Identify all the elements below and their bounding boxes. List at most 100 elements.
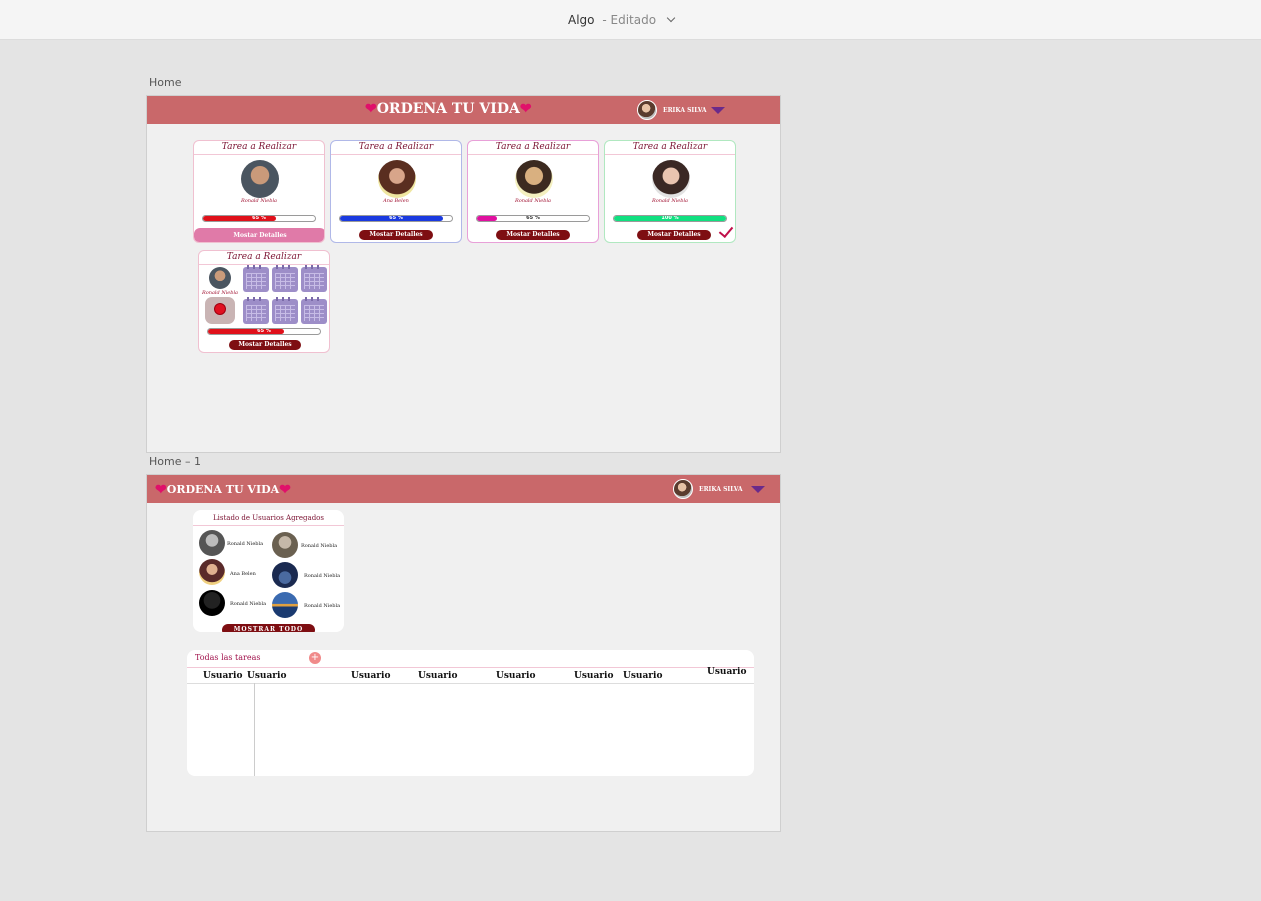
calendar-icon[interactable] [272,265,298,292]
column-header[interactable]: Usuario [496,671,535,681]
task-card-title: Tarea a Realizar [468,141,598,155]
task-card[interactable]: Tarea a Realizar Ronald Niebla 100 % Mos… [604,140,736,243]
artboard-label-home[interactable]: Home [149,76,181,89]
assignee-name: Ronald Niebla [240,198,278,204]
column-header[interactable]: Usuario [623,671,662,681]
heart-icon: ❤ [279,482,291,498]
show-all-button[interactable]: MOSTRAR TODO [222,624,315,632]
assignee-name: Ronald Niebla [514,198,552,204]
heart-icon: ❤ [365,101,377,117]
calendar-icon[interactable] [243,265,269,292]
show-details-button[interactable]: Mostar Detalles [496,230,570,240]
top-bar: Algo - Editado [0,0,1261,40]
calendar-icon[interactable] [301,265,327,292]
show-details-button[interactable]: Mostar Detalles [194,228,324,242]
task-card[interactable]: Tarea a Realizar Ronald Niebla 65 % Most… [467,140,599,243]
heart-icon: ❤ [519,101,532,117]
task-card[interactable]: Tarea a Realizar Ana Belen 65 % Mostar D… [330,140,462,243]
artboard-label-home-1[interactable]: Home – 1 [149,455,201,468]
progress-bar: 100 % [613,215,727,222]
avatar [241,160,279,198]
brand-title: ❤ORDENA TU VIDA❤ [155,482,291,498]
user-menu[interactable]: ERIKA SILVA [673,479,765,499]
app-header: ❤ORDENA TU VIDA❤ ERIKA SILVA [147,475,780,503]
calendar-icon[interactable] [301,297,327,324]
progress-label: 65 % [252,215,266,221]
avatar[interactable] [199,530,225,556]
assignee-name: Ronald Niebla [651,198,689,204]
user-name: Ronald Niebla [230,601,267,607]
user-name: Ana Belen [230,571,256,577]
assignee-name: Ana Belen [383,198,409,204]
user-name: Ronald Niebla [304,603,341,609]
progress-label: 100 % [661,215,679,221]
rose-icon [214,303,226,315]
document-title[interactable]: Algo - Editado [568,13,676,27]
divider [187,683,754,684]
progress-bar: 65 % [207,328,321,335]
users-panel-title: Listado de Usuarios Agregados [193,510,344,526]
progress-label: 65 % [257,328,271,334]
users-panel: Listado de Usuarios Agregados Ronald Nie… [193,510,344,632]
avatar[interactable] [199,559,225,585]
avatar[interactable] [272,592,298,618]
document-name: Algo [568,13,595,27]
column-header[interactable]: Usuario [707,667,746,677]
progress-bar: 65 % [476,215,590,222]
divider [254,683,255,776]
check-icon [718,222,734,239]
user-name: ERIKA SILVA [699,485,743,493]
avatar [637,100,657,120]
task-card[interactable]: Tarea a Realizar Ronald Niebla 65 % Most… [198,250,330,353]
column-header[interactable]: Usuario [574,671,613,681]
divider [187,667,754,668]
user-name: Ronald Niebla [227,541,264,547]
task-card-title: Tarea a Realizar [194,141,324,155]
column-header[interactable]: Usuario [418,671,457,681]
document-status: - Editado [602,13,657,27]
calendar-icon[interactable] [272,297,298,324]
tasks-table: Todas las tareas + Usuario Usuario Usuar… [187,650,754,776]
avatar[interactable] [199,590,225,616]
artboard-home: ❤ORDENA TU VIDA❤ ERIKA SILVA Tarea a Rea… [146,95,781,453]
progress-bar: 65 % [202,215,316,222]
task-card-title: Tarea a Realizar [199,251,329,265]
rose-button[interactable] [205,297,235,324]
avatar [673,479,693,499]
task-card-title: Tarea a Realizar [605,141,735,155]
column-header[interactable]: Usuario [351,671,390,681]
show-details-button[interactable]: Mostar Detalles [229,340,301,350]
tasks-table-title: Todas las tareas [195,653,261,662]
artboard-home-1: ❤ORDENA TU VIDA❤ ERIKA SILVA Listado de … [146,474,781,832]
avatar[interactable] [272,562,298,588]
task-card[interactable]: Tarea a Realizar Ronald Niebla 65 % Most… [193,140,325,243]
progress-label: 65 % [526,215,540,221]
show-details-button[interactable]: Mostar Detalles [637,230,711,240]
column-header[interactable]: Usuario [203,671,242,681]
avatar[interactable] [272,532,298,558]
user-name: ERIKA SILVA [663,106,707,114]
calendar-icon[interactable] [243,297,269,324]
chevron-down-icon[interactable] [666,13,676,23]
progress-label: 65 % [389,215,403,221]
add-task-button[interactable]: + [309,652,321,664]
brand-text: ORDENA TU VIDA [376,101,520,117]
column-header[interactable]: Usuario [247,671,286,681]
brand-text: ORDENA TU VIDA [166,483,280,496]
app-header: ❤ORDENA TU VIDA❤ ERIKA SILVA [147,96,780,124]
task-card-title: Tarea a Realizar [331,141,461,155]
brand-title: ❤ORDENA TU VIDA❤ [365,101,532,117]
caret-down-icon[interactable] [710,106,725,114]
avatar [209,267,231,289]
avatar [652,160,690,198]
user-menu[interactable]: ERIKA SILVA [637,100,725,120]
user-name: Ronald Niebla [301,543,338,549]
assignee-name: Ronald Niebla [201,290,239,296]
show-details-button[interactable]: Mostar Detalles [359,230,433,240]
avatar [378,160,416,198]
progress-bar: 65 % [339,215,453,222]
avatar [515,160,553,198]
user-name: Ronald Niebla [304,573,341,579]
caret-down-icon[interactable] [750,485,765,493]
heart-icon: ❤ [155,482,167,498]
